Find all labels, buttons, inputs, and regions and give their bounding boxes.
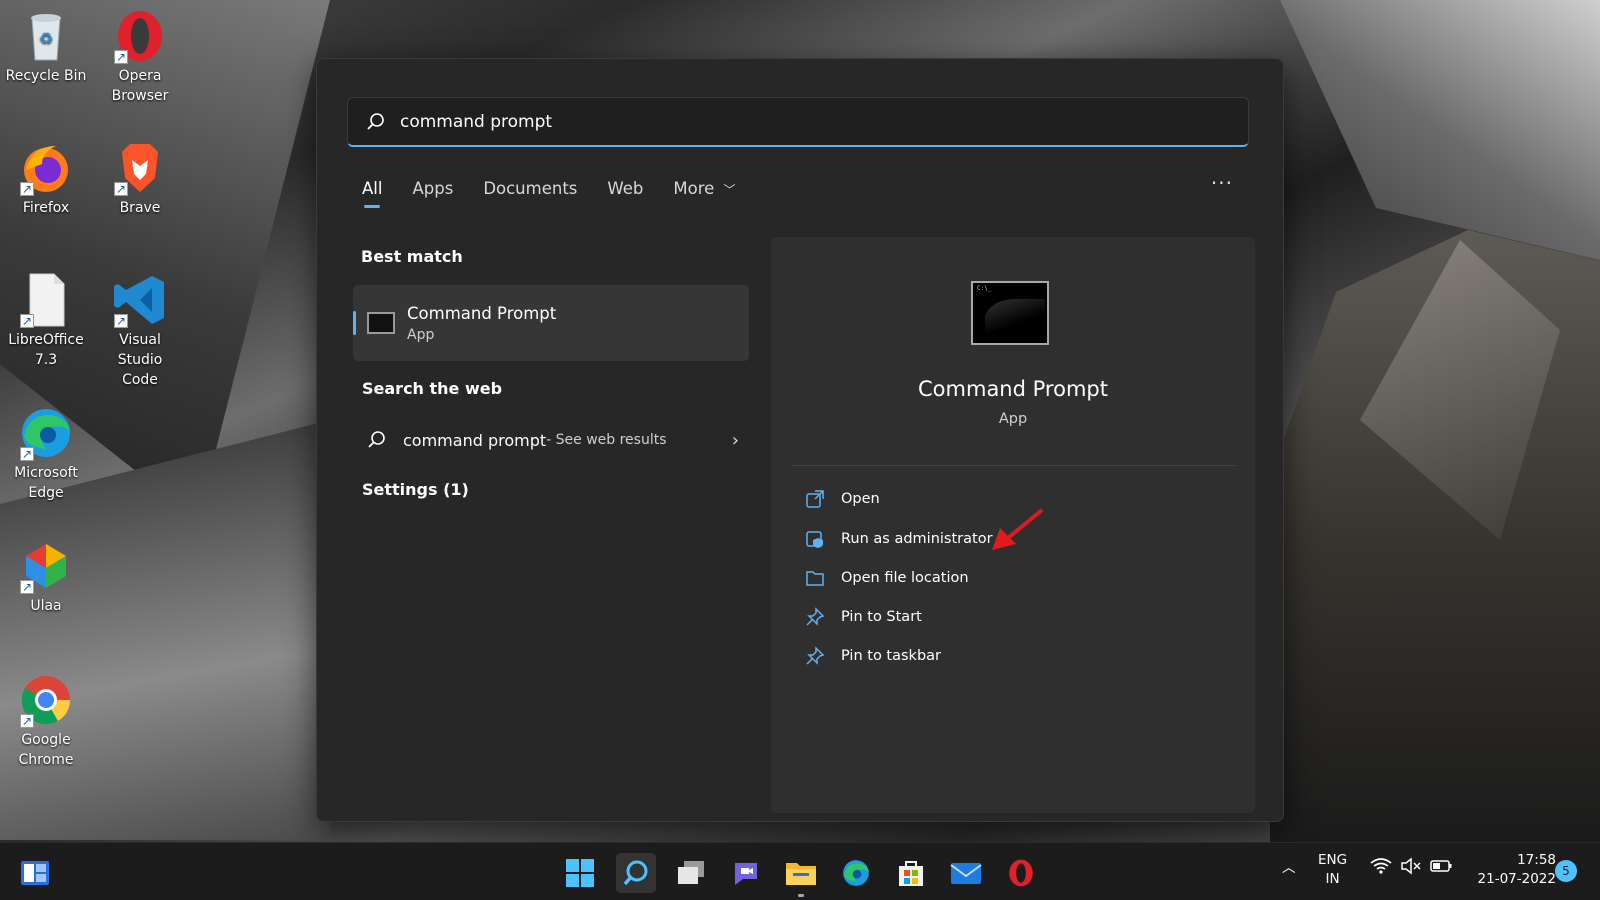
tab-apps[interactable]: Apps <box>412 179 453 198</box>
opera-taskbar-button[interactable] <box>1001 853 1041 893</box>
action-pin-to-start[interactable]: Pin to Start <box>805 605 922 629</box>
vscode-icon <box>112 272 168 331</box>
language-indicator[interactable]: ENG IN <box>1318 851 1347 889</box>
search-icon <box>368 431 385 448</box>
desktop-icon-chrome[interactable]: Google Chrome <box>1 672 91 770</box>
brave-icon <box>112 140 168 199</box>
action-pin-to-start-label: Pin to Start <box>841 609 922 625</box>
store-icon <box>899 861 923 886</box>
annotation-arrow-icon <box>992 508 1044 550</box>
edge-icon <box>843 860 869 886</box>
search-button[interactable] <box>616 853 656 893</box>
search-icon <box>623 860 648 886</box>
wallpaper-facet <box>1280 0 1600 260</box>
date: 21-07-2022 <box>1477 871 1556 887</box>
time: 17:58 <box>1517 852 1556 868</box>
action-pin-to-taskbar[interactable]: Pin to taskbar <box>805 644 941 668</box>
volume-muted-icon[interactable] <box>1400 857 1422 881</box>
desktop-icon-firefox[interactable]: Firefox <box>1 140 91 218</box>
desktop-icon-brave[interactable]: Brave <box>95 140 185 218</box>
tab-documents[interactable]: Documents <box>483 179 577 198</box>
running-indicator <box>798 894 804 897</box>
recycle-bin-icon: ♻ <box>18 8 74 64</box>
svg-text:♻: ♻ <box>39 29 53 48</box>
search-box[interactable] <box>347 97 1249 147</box>
pin-icon <box>806 646 825 665</box>
action-open-file-location[interactable]: Open file location <box>805 566 969 590</box>
widgets-icon <box>21 861 49 885</box>
teams-chat-button[interactable] <box>726 853 766 893</box>
action-run-as-admin[interactable]: Run as administrator <box>805 527 993 551</box>
mail-button[interactable] <box>946 853 986 893</box>
tab-web[interactable]: Web <box>607 179 643 198</box>
selection-indicator <box>353 311 356 335</box>
search-icon <box>367 112 384 130</box>
ulaa-icon <box>18 538 74 597</box>
desktop-icon-edge[interactable]: Microsoft Edge <box>1 405 91 503</box>
chat-icon <box>735 863 757 885</box>
web-query: command prompt <box>403 430 547 450</box>
tray-overflow-chevron-icon[interactable]: ︿ <box>1282 859 1296 878</box>
desktop-icon-vscode[interactable]: Visual Studio Code <box>95 272 185 390</box>
windows-icon <box>566 859 594 887</box>
taskbar: ︿ ENG IN 17:58 21-07-2022 5 <box>0 842 1600 900</box>
detail-title: Command Prompt <box>918 377 1108 401</box>
edge-icon <box>18 405 74 464</box>
best-match-type: App <box>407 326 435 343</box>
notification-badge[interactable]: 5 <box>1555 860 1577 882</box>
best-match-heading: Best match <box>361 247 463 266</box>
widgets-button[interactable] <box>15 853 55 893</box>
tab-more-label: More <box>673 179 715 198</box>
battery-icon[interactable] <box>1430 857 1454 881</box>
opera-icon <box>112 8 168 67</box>
search-tabs: All Apps Documents Web More ﹀ <box>362 179 736 208</box>
file-explorer-button[interactable] <box>781 853 821 897</box>
search-web-heading: Search the web <box>362 379 503 398</box>
folder-icon <box>806 571 824 586</box>
best-match-item[interactable]: Command Prompt App <box>353 285 749 361</box>
action-run-as-admin-label: Run as administrator <box>841 531 993 547</box>
folder-icon <box>786 863 816 885</box>
command-prompt-large-icon <box>971 281 1049 345</box>
tab-all[interactable]: All <box>362 179 382 208</box>
desktop-icon-opera[interactable]: Opera Browser <box>95 8 185 106</box>
libreoffice-icon <box>18 272 74 331</box>
chevron-down-icon: ﹀ <box>723 183 736 197</box>
language-code: ENG <box>1318 852 1348 868</box>
pin-icon <box>806 607 825 626</box>
clock[interactable]: 17:58 21-07-2022 <box>1468 851 1556 889</box>
command-prompt-icon <box>367 312 395 334</box>
desktop-icon-recycle-bin[interactable]: ♻ Recycle Bin <box>1 8 91 86</box>
action-pin-to-taskbar-label: Pin to taskbar <box>841 648 941 664</box>
opera-icon <box>1009 859 1033 887</box>
task-view-button[interactable] <box>671 853 711 893</box>
tab-more[interactable]: More ﹀ <box>673 179 735 198</box>
divider <box>791 465 1235 466</box>
region-code: IN <box>1325 871 1340 887</box>
settings-heading[interactable]: Settings (1) <box>362 480 469 499</box>
desktop-icon-libreoffice[interactable]: LibreOffice 7.3 <box>1 272 91 370</box>
chevron-right-icon: › <box>731 429 739 451</box>
detail-subtitle: App <box>998 411 1028 427</box>
store-button[interactable] <box>891 853 931 893</box>
web-result-item[interactable]: command prompt - See web results › <box>367 425 739 455</box>
start-button[interactable] <box>560 853 600 893</box>
action-open[interactable]: Open <box>805 487 880 511</box>
search-panel: All Apps Documents Web More ﹀ ··· Best m… <box>316 58 1284 822</box>
best-match-name: Command Prompt <box>407 303 557 323</box>
desktop-icon-ulaa[interactable]: Ulaa <box>1 538 91 616</box>
web-hint: - See web results <box>546 432 667 448</box>
mail-icon <box>950 863 982 884</box>
more-options-button[interactable]: ··· <box>1211 171 1233 195</box>
shield-icon <box>806 531 823 548</box>
search-input[interactable] <box>400 111 1100 132</box>
edge-taskbar-button[interactable] <box>836 853 876 893</box>
action-open-label: Open <box>841 491 880 507</box>
action-open-file-location-label: Open file location <box>841 570 969 586</box>
firefox-icon <box>18 140 74 199</box>
chrome-icon <box>18 672 74 731</box>
task-view-icon <box>678 861 704 884</box>
wifi-icon[interactable] <box>1370 857 1392 881</box>
open-external-icon <box>806 490 824 508</box>
